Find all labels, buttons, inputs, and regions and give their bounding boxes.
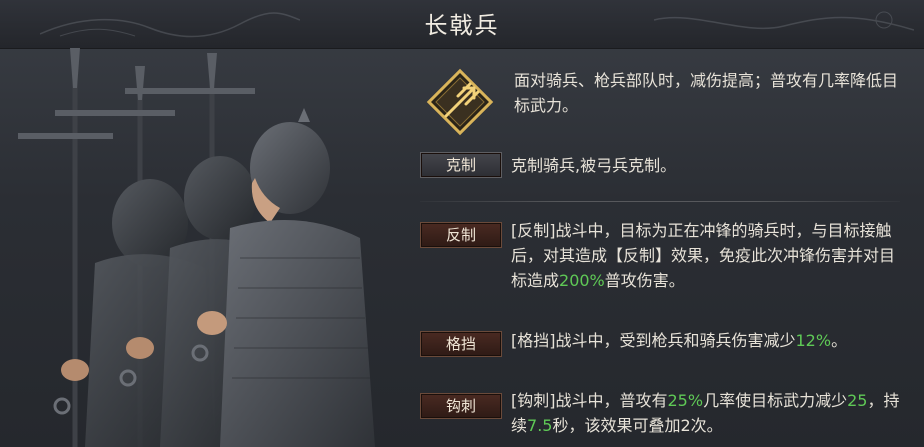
trident-emblem-icon [426, 68, 494, 136]
skill-tag-block: 格挡 [420, 331, 502, 357]
skill-tag-counterattack: 反制 [420, 222, 502, 248]
description-text: 几率使目标武力减少 [703, 391, 848, 410]
section-divider [420, 201, 900, 202]
counter-tag: 克制 [420, 152, 502, 178]
counter-description: 克制骑兵,被弓兵克制。 [511, 156, 677, 175]
unit-info-panel: 长戟兵 面对骑兵、枪兵部队时，减伤提高；普攻有几率降低目标武力。 克制 克制骑兵… [0, 0, 924, 447]
skill-description-block: [格挡]战斗中，受到枪兵和骑兵伤害减少12%。 [511, 328, 906, 353]
description-text: 普攻伤害。 [604, 271, 685, 290]
skill-description-counterattack: [反制]战斗中，目标为正在冲锋的骑兵时，与目标接触后，对其造成【反制】效果，免疫… [511, 218, 906, 293]
highlight-value: 25 [847, 391, 868, 410]
highlight-value: 200% [559, 271, 605, 290]
highlight-value: 12% [795, 331, 832, 350]
description-text: 。 [831, 331, 848, 350]
unit-summary: 面对骑兵、枪兵部队时，减伤提高；普攻有几率降低目标武力。 [514, 71, 899, 115]
description-text: [钩刺]战斗中，普攻有 [511, 391, 668, 410]
description-text: [格挡]战斗中，受到枪兵和骑兵伤害减少 [511, 331, 796, 350]
description-text: 秒，该效果可叠加2次。 [552, 416, 723, 435]
highlight-value: 7.5 [527, 416, 553, 435]
skill-description-hook: [钩刺]战斗中，普攻有25%几率使目标武力减少25，持续7.5秒，该效果可叠加2… [511, 388, 906, 438]
page-title: 长戟兵 [424, 13, 500, 39]
header-bar: 长戟兵 [0, 0, 924, 49]
skill-tag-hook: 钩刺 [420, 393, 502, 419]
halberdier-artwork [18, 48, 375, 447]
highlight-value: 25% [667, 391, 704, 410]
